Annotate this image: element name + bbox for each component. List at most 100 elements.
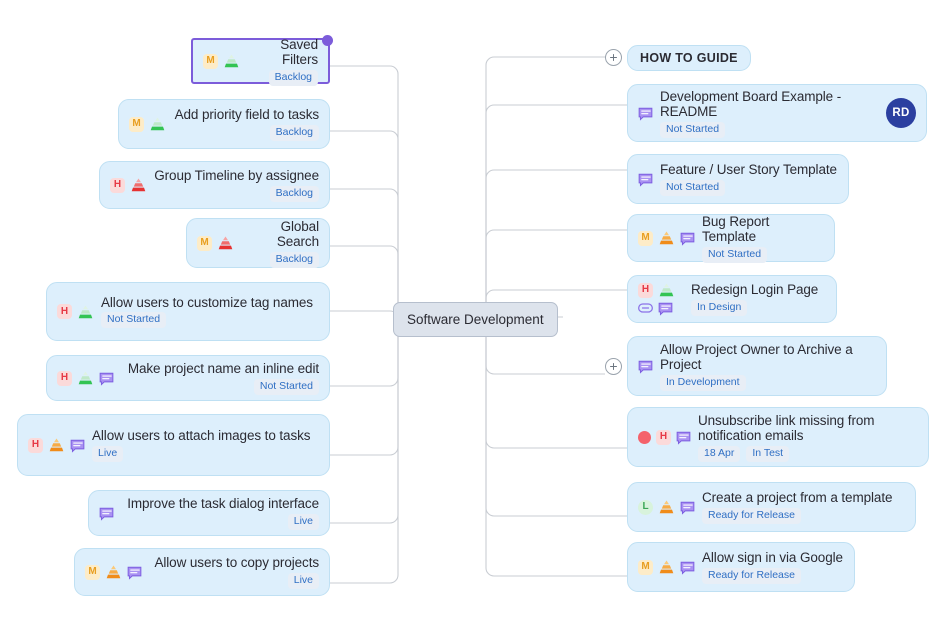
mindmap-canvas[interactable]: Software Development HOW TO GUIDE M Saved…: [0, 0, 933, 631]
node-body: Saved Filters Backlog: [247, 37, 318, 86]
priority-M-icon: M: [638, 559, 653, 575]
mindmap-node[interactable]: M Add priority field to tasks Backlog: [118, 99, 330, 149]
priority-M-icon: M: [129, 116, 144, 132]
comment-icon[interactable]: [676, 430, 691, 445]
comment-icon[interactable]: [680, 231, 695, 246]
selection-handle[interactable]: [322, 35, 333, 46]
plus-circle-icon[interactable]: [605, 358, 622, 375]
effort-cone-icon: [658, 500, 675, 514]
how-to-guide-node[interactable]: HOW TO GUIDE: [627, 45, 751, 71]
node-body: Global Search Backlog: [241, 219, 319, 268]
chip-group: Backlog: [269, 124, 319, 141]
comment-icon[interactable]: [70, 438, 85, 453]
how-to-guide-label: HOW TO GUIDE: [640, 51, 738, 65]
chip-group: Not Started: [702, 246, 824, 263]
node-icon-group: M: [129, 116, 166, 132]
node-icon-group: [638, 359, 653, 374]
status-chip: Backlog: [269, 185, 319, 202]
mindmap-node[interactable]: H Allow users to attach images to tasks Li…: [17, 414, 330, 476]
effort-cone-icon: [105, 565, 122, 579]
status-chip: Not Started: [702, 246, 768, 263]
node-title: Make project name an inline edit: [127, 361, 319, 377]
plus-circle-icon[interactable]: [605, 49, 622, 66]
node-icon-group: H: [57, 370, 114, 386]
status-chip: Ready for Release: [702, 507, 801, 524]
chip-group: In Design: [691, 299, 826, 316]
mindmap-node[interactable]: M Allow users to copy projects Live: [74, 548, 330, 596]
comment-icon[interactable]: [638, 172, 653, 187]
node-title: Development Board Example - README: [660, 88, 842, 120]
node-icon-group: M: [638, 230, 695, 246]
status-chip: Backlog: [268, 69, 318, 86]
effort-cone-icon: [77, 371, 94, 385]
chip-group: Not Started: [253, 378, 319, 395]
mindmap-node[interactable]: Improve the task dialog interface Live: [88, 490, 330, 536]
comment-icon[interactable]: [127, 565, 142, 580]
mindmap-node[interactable]: Development Board Example - README Not St…: [627, 84, 927, 142]
chip-group: Backlog: [268, 69, 318, 86]
mindmap-node[interactable]: H Allow users to customize tag names Not S…: [46, 282, 330, 341]
priority-H-icon: H: [638, 282, 653, 298]
node-icon-group: [99, 506, 114, 521]
node-icon-group: M: [638, 559, 695, 575]
comment-icon[interactable]: [658, 301, 673, 316]
node-icon-group: [638, 106, 653, 121]
node-title: Feature / User Story Template: [660, 162, 837, 178]
node-title: Add priority field to tasks: [174, 107, 319, 123]
node-body: Allow users to copy projects Live: [149, 555, 319, 589]
priority-H-icon: H: [656, 429, 671, 445]
effort-cone-icon: [48, 438, 65, 452]
mindmap-node[interactable]: Feature / User Story Template Not Started: [627, 154, 849, 204]
node-title: Group Timeline by assignee: [154, 168, 319, 184]
status-chip: Not Started: [101, 312, 167, 329]
comment-icon[interactable]: [99, 506, 114, 521]
mindmap-node[interactable]: H Unsubscribe link missing from notificat…: [627, 407, 929, 467]
priority-M-icon: M: [203, 53, 218, 69]
node-icon-group: [638, 172, 653, 187]
node-title: Allow users to attach images to tasks: [92, 428, 311, 444]
mindmap-node[interactable]: M Allow sign in via Google Ready for Relea…: [627, 542, 855, 592]
comment-icon[interactable]: [99, 371, 114, 386]
mindmap-node[interactable]: H Redesign Login Page In Design: [627, 275, 837, 323]
status-chip: Live: [287, 572, 319, 589]
status-chip: Live: [287, 513, 319, 530]
chip-group: Not Started: [660, 179, 838, 196]
chip-group: In Development: [660, 374, 876, 391]
comment-icon[interactable]: [680, 500, 695, 515]
avatar[interactable]: RD: [886, 98, 916, 128]
status-chip: In Design: [691, 299, 748, 316]
comment-icon[interactable]: [638, 106, 653, 121]
chip-group: Backlog: [269, 251, 319, 268]
mindmap-node[interactable]: M Bug Report Template Not Started: [627, 214, 835, 263]
mindmap-node[interactable]: H Group Timeline by assignee Backlog: [99, 161, 330, 209]
mindmap-node[interactable]: H Make project name an inline edit Not Sta…: [46, 355, 330, 401]
node-title: Redesign Login Page: [691, 282, 819, 298]
status-chip: Backlog: [269, 124, 319, 141]
mindmap-node[interactable]: M Saved Filters Backlog: [191, 35, 333, 86]
node-title: Allow Project Owner to Archive a Project: [660, 341, 853, 373]
bug-dot-icon: [638, 430, 651, 444]
comment-icon[interactable]: [638, 359, 653, 374]
mindmap-node[interactable]: Allow Project Owner to Archive a Project…: [627, 336, 887, 396]
effort-cone-icon: [658, 231, 675, 245]
status-chip: In Test: [746, 445, 790, 462]
node-icon-group: M: [203, 53, 240, 69]
status-chip: Ready for Release: [702, 567, 801, 584]
node-icon-group: M: [85, 564, 142, 580]
status-chip: Not Started: [660, 121, 726, 138]
comment-icon[interactable]: [680, 560, 695, 575]
node-icon-group: H: [28, 437, 85, 453]
priority-L-icon: L: [638, 499, 653, 515]
node-title: Create a project from a template: [702, 490, 893, 506]
node-body: Bug Report Template Not Started: [702, 214, 824, 263]
priority-M-icon: M: [638, 230, 653, 246]
mindmap-node[interactable]: M Global Search Backlog: [186, 218, 330, 268]
central-node[interactable]: Software Development: [393, 302, 558, 337]
status-chip: Backlog: [269, 251, 319, 268]
link-icon[interactable]: [638, 302, 653, 314]
node-icon-group: H: [57, 304, 94, 319]
effort-cone-icon: [130, 178, 147, 192]
mindmap-node[interactable]: L Create a project from a template Ready f…: [627, 482, 916, 532]
node-title: Saved Filters: [280, 36, 318, 68]
node-body: Improve the task dialog interface Live: [121, 496, 319, 530]
